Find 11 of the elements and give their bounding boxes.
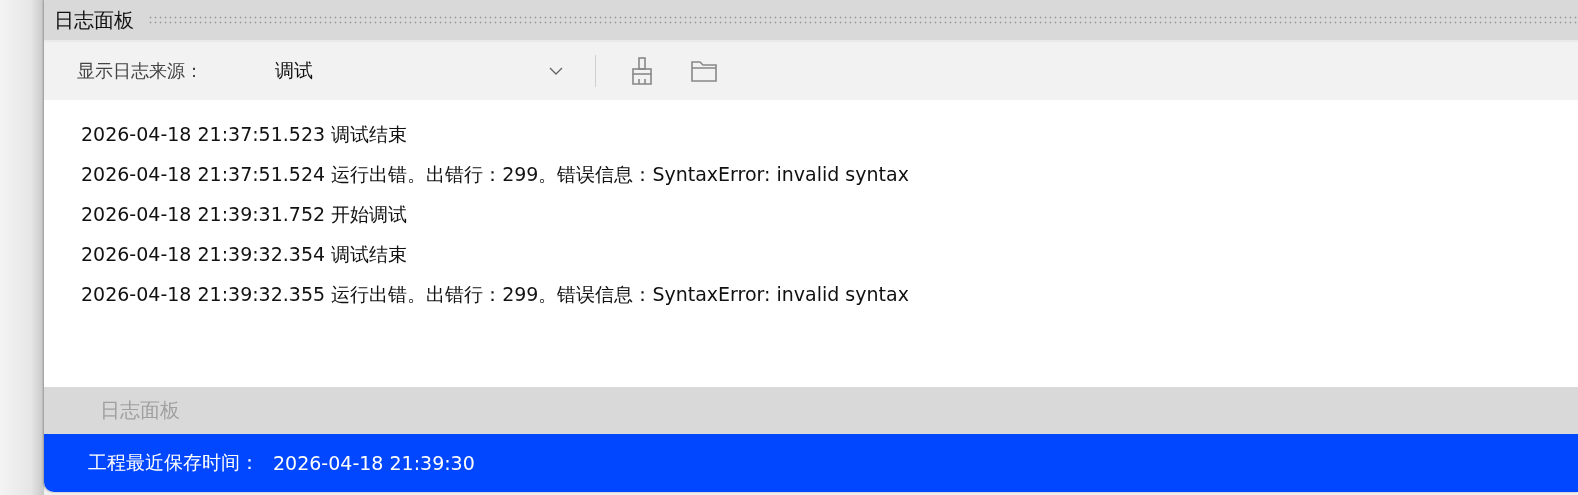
save-time: 2026-04-18 21:39:30 <box>273 452 475 474</box>
log-line: 2026-04-18 21:39:31.752 开始调试 <box>81 202 409 227</box>
log-line: 2026-04-18 21:39:32.355 运行出错。出错行：299。错误信息：SyntaxError: invalid syntax <box>81 282 910 307</box>
source-label: 显示日志来源： <box>77 59 204 83</box>
source-dropdown[interactable]: 调试 <box>275 51 575 91</box>
status-label: 工程最近保存时间： <box>88 450 259 475</box>
log-line: 2026-04-18 21:39:32.354 调试结束 <box>81 242 409 267</box>
panel-title: 日志面板 <box>54 6 134 34</box>
log-line: 2026-04-18 21:37:51.523 调试结束 <box>81 122 409 147</box>
chevron-icon <box>549 67 563 75</box>
log-line: 2026-04-18 21:37:51.524 运行出错。出错行：299。错误信息：SyntaxError: invalid syntax <box>81 162 910 187</box>
